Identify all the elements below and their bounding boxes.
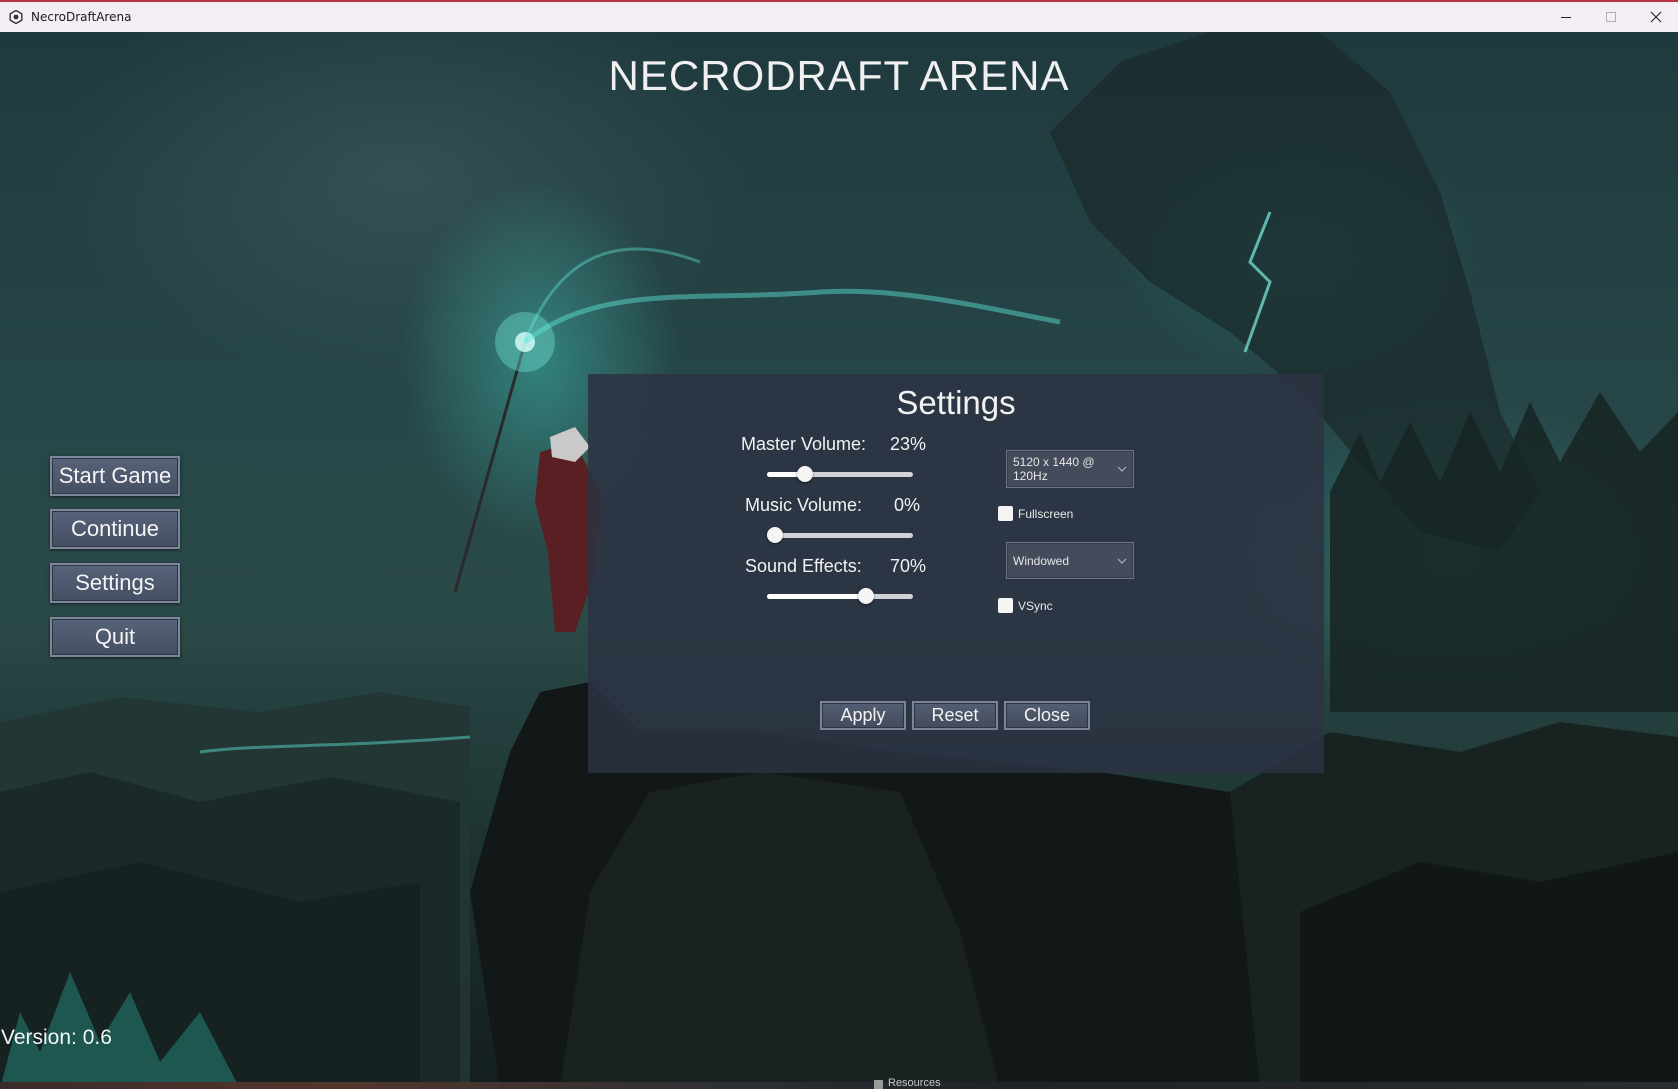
vsync-label: VSync	[1018, 598, 1053, 613]
game-title: NECRODRAFT ARENA	[608, 52, 1070, 99]
resources-icon	[874, 1080, 883, 1089]
settings-button[interactable]: Settings	[50, 563, 180, 603]
continue-button[interactable]: Continue	[50, 509, 180, 549]
chevron-down-icon	[1117, 558, 1127, 564]
settings-panel: Settings Master Volume: 23% Music Volume…	[588, 374, 1324, 773]
master-volume-fill	[767, 472, 801, 477]
window-mode-value: Windowed	[1013, 554, 1070, 568]
chevron-down-icon	[1117, 466, 1127, 472]
window-controls	[1543, 2, 1678, 32]
sound-effects-thumb[interactable]	[858, 588, 874, 604]
master-volume-thumb[interactable]	[796, 466, 813, 482]
vsync-checkbox[interactable]	[998, 598, 1013, 613]
master-volume-slider[interactable]	[767, 466, 913, 482]
maximize-button[interactable]	[1588, 2, 1633, 32]
master-volume-label: Master Volume:	[741, 434, 867, 454]
window-title: NecroDraftArena	[31, 10, 132, 24]
sound-effects-fill	[767, 594, 870, 599]
window-titlebar: NecroDraftArena	[0, 0, 1678, 32]
game-viewport: NECRODRAFT ARENA Start Game Continue Set…	[0, 32, 1678, 1089]
close-settings-button[interactable]: Close	[1004, 701, 1090, 730]
apply-button[interactable]: Apply	[820, 701, 906, 730]
start-game-button[interactable]: Start Game	[50, 456, 180, 496]
resolution-dropdown[interactable]: 5120 x 1440 @ 120Hz	[1006, 450, 1134, 488]
reset-button[interactable]: Reset	[912, 701, 998, 730]
settings-title: Settings	[896, 384, 1016, 421]
minimize-icon	[1560, 17, 1571, 18]
version-label: Version: 0.6	[1, 1026, 112, 1049]
quit-button[interactable]: Quit	[50, 617, 180, 657]
fullscreen-label: Fullscreen	[1018, 506, 1074, 521]
gear-hex-icon	[9, 10, 23, 24]
music-volume-thumb[interactable]	[767, 527, 783, 543]
vsync-option[interactable]: VSync	[998, 598, 1053, 613]
minimize-button[interactable]	[1543, 2, 1588, 32]
taskbar-strip	[0, 1082, 1678, 1089]
close-button[interactable]	[1633, 2, 1678, 32]
close-icon	[1650, 11, 1661, 23]
window-mode-dropdown[interactable]: Windowed	[1006, 542, 1134, 579]
sound-effects-label: Sound Effects:	[745, 556, 862, 576]
taskbar-item: Resources	[888, 1077, 941, 1089]
music-volume-label: Music Volume:	[745, 495, 863, 515]
sound-effects-value: 70%	[890, 556, 927, 576]
resolution-value: 5120 x 1440 @ 120Hz	[1013, 455, 1095, 483]
maximize-icon	[1605, 12, 1616, 22]
fullscreen-option[interactable]: Fullscreen	[998, 506, 1073, 521]
fullscreen-checkbox[interactable]	[998, 506, 1013, 521]
sound-effects-slider[interactable]	[767, 588, 913, 604]
music-volume-slider[interactable]	[767, 527, 913, 543]
music-volume-value: 0%	[894, 495, 921, 515]
master-volume-value: 23%	[890, 434, 927, 454]
